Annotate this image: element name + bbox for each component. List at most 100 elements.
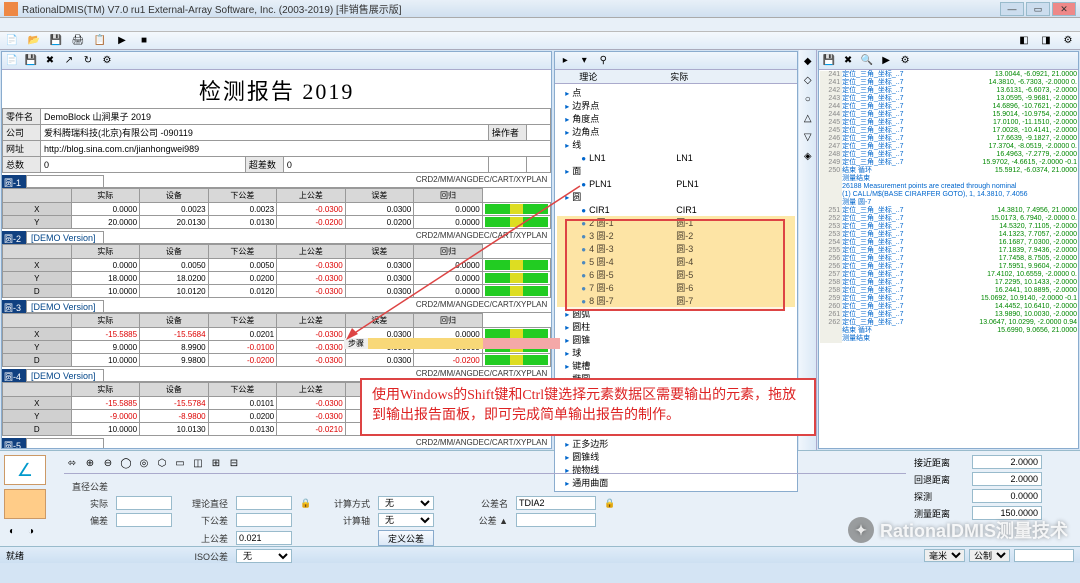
probe-tool-icon[interactable] <box>4 489 46 519</box>
group-id: 圆-1 <box>2 175 26 188</box>
tree-node-icon: ▸ <box>565 89 569 98</box>
define-tol-button[interactable]: 定义公差 <box>378 530 434 546</box>
instruction-callout: 使用Windows的Shift键和Ctrl键选择元素数据区需要输出的元素，拖放到… <box>360 378 816 436</box>
system-select[interactable]: 公制 <box>969 549 1010 562</box>
bt-8-icon[interactable]: ◫ <box>190 455 206 471</box>
dmis-log[interactable]: 241定位_三角_坐标_..713.0044, -6.0921, 21.0000… <box>819 70 1078 448</box>
log-save-icon[interactable]: 💾 <box>821 53 837 69</box>
diam-tol-label: 直径公差 <box>64 480 108 493</box>
close-button[interactable]: ✕ <box>1052 2 1076 16</box>
bt-1-icon[interactable]: ⬄ <box>64 455 80 471</box>
bt-5-icon[interactable]: ◎ <box>136 455 152 471</box>
vtool-3-icon[interactable]: ○ <box>800 91 816 107</box>
tool-open-icon[interactable]: 📂 <box>26 33 42 49</box>
uptol-input[interactable] <box>236 531 292 545</box>
tree-row[interactable]: ▸正多边形 <box>557 437 795 450</box>
tree-expand-icon[interactable]: ▸ <box>557 53 573 69</box>
bottom-left-tools: ∠ ◐ ◑ <box>0 451 60 546</box>
log-cfg-icon[interactable]: ⚙ <box>897 53 913 69</box>
tree-filter-icon[interactable]: ⚲ <box>595 53 611 69</box>
group-id: 圆-3 <box>2 300 26 313</box>
vtool-5-icon[interactable]: ▽ <box>800 129 816 145</box>
bt-6-icon[interactable]: ⬡ <box>154 455 170 471</box>
log-line: 247定位_三角_坐标_..717.3704, -8.0519, -2.0000… <box>820 143 1077 151</box>
unit-select[interactable]: 毫米 <box>924 549 965 562</box>
nom-diam-input[interactable] <box>236 496 292 510</box>
log-run-icon[interactable]: ▶ <box>878 53 894 69</box>
log-clear-icon[interactable]: ✖ <box>840 53 856 69</box>
mini-1-icon[interactable]: ◐ <box>4 523 20 539</box>
bt-2-icon[interactable]: ⊕ <box>82 455 98 471</box>
tree-row[interactable]: ▸圆锥线 <box>557 450 795 463</box>
calc-axis-select[interactable]: 无 <box>378 513 434 527</box>
probe-input[interactable] <box>972 489 1042 503</box>
tool-settings-icon[interactable]: ⚙ <box>1060 33 1076 49</box>
iso-tol-select[interactable]: 无 <box>236 549 292 563</box>
lock2-icon[interactable]: 🔒 <box>604 498 618 509</box>
tree-row[interactable]: ▸通用曲面 <box>557 476 795 489</box>
log-line: 256定位_三角_坐标_..717.5951, 9.9604, -2.0000 <box>820 263 1077 271</box>
tool-new-icon[interactable]: 📄 <box>4 33 20 49</box>
minimize-button[interactable]: — <box>1000 2 1024 16</box>
tree-collapse-icon[interactable]: ▾ <box>576 53 592 69</box>
tol-tri-label: 公差 ▲ <box>464 514 508 527</box>
dev-input[interactable] <box>116 513 172 527</box>
log-line: 测量结束 <box>820 175 1077 183</box>
rpt-refresh-icon[interactable]: ↻ <box>80 53 96 69</box>
dev-label: 偏差 <box>64 514 108 527</box>
tool-stop-icon[interactable]: ■ <box>136 33 152 49</box>
retract-input[interactable] <box>972 472 1042 486</box>
tree-row[interactable]: ▸角度点 <box>557 112 795 125</box>
tree-row[interactable]: ▸边角点 <box>557 125 795 138</box>
tree-row[interactable]: ▸点 <box>557 86 795 99</box>
log-line: 261定位_三角_坐标_..713.9890, 10.0030, -2.0000 <box>820 311 1077 319</box>
tree-node-icon: ▸ <box>565 466 569 475</box>
tree-row[interactable]: ▸线 <box>557 138 795 151</box>
log-line: 249定位_三角_坐标_..715.9702, -4.6615, -2.0000… <box>820 159 1077 167</box>
bt-10-icon[interactable]: ⊟ <box>226 455 242 471</box>
bt-7-icon[interactable]: ▭ <box>172 455 188 471</box>
vtool-4-icon[interactable]: △ <box>800 110 816 126</box>
rpt-save-icon[interactable]: 💾 <box>23 53 39 69</box>
log-find-icon[interactable]: 🔍 <box>859 53 875 69</box>
actual-input[interactable] <box>116 496 172 510</box>
approach-input[interactable] <box>972 455 1042 469</box>
rpt-cfg-icon[interactable]: ⚙ <box>99 53 115 69</box>
calc-method-select[interactable]: 无 <box>378 496 434 510</box>
vtool-6-icon[interactable]: ◈ <box>800 148 816 164</box>
log-line: 250 结束 循环15.5912, -6.0374, 21.0000 <box>820 167 1077 175</box>
bt-4-icon[interactable]: ◯ <box>118 455 134 471</box>
log-line: 245定位_三角_坐标_..717.0100, -11.1510, -2.000… <box>820 119 1077 127</box>
rpt-del-icon[interactable]: ✖ <box>42 53 58 69</box>
angle-tool-icon[interactable]: ∠ <box>4 455 46 485</box>
vtool-1-icon[interactable]: ◆ <box>800 53 816 69</box>
log-line: 241定位_三角_坐标_..713.0044, -6.0921, 21.0000 <box>820 71 1077 79</box>
vtool-2-icon[interactable]: ◇ <box>800 72 816 88</box>
maximize-button[interactable]: ▭ <box>1026 2 1050 16</box>
tree-row[interactable]: ▸边界点 <box>557 99 795 112</box>
tool-print-icon[interactable]: 🖨 <box>70 33 86 49</box>
tolerance-form: 直径公差 实际 理论直径🔒 计算方式无 公差名🔒 偏差 下公差 计算轴无 公差 … <box>64 480 906 563</box>
tool-view1-icon[interactable]: ◧ <box>1016 33 1032 49</box>
tol-tri-input[interactable] <box>516 513 596 527</box>
tool-copy-icon[interactable]: 📋 <box>92 33 108 49</box>
rpt-new-icon[interactable]: 📄 <box>4 53 20 69</box>
tol-name-input[interactable] <box>516 496 596 510</box>
log-line: 结束 循环15.6990, 9.0656, 21.0000 <box>820 327 1077 335</box>
tool-run-icon[interactable]: ▶ <box>114 33 130 49</box>
group-version: [DEMO Version] <box>26 369 104 382</box>
tree-row[interactable]: ●LN1LN1 <box>557 151 795 164</box>
log-toolbar: 💾 ✖ 🔍 ▶ ⚙ <box>819 52 1078 70</box>
rpt-export-icon[interactable]: ↗ <box>61 53 77 69</box>
mini-2-icon[interactable]: ◑ <box>23 523 39 539</box>
lotol-input[interactable] <box>236 513 292 527</box>
tool-view2-icon[interactable]: ◨ <box>1038 33 1054 49</box>
log-line: 244定位_三角_坐标_..715.9014, -10.9754, -2.000… <box>820 111 1077 119</box>
lock1-icon[interactable]: 🔒 <box>300 498 314 509</box>
tree-row[interactable]: ▸抛物线 <box>557 463 795 476</box>
log-line: 258定位_三角_坐标_..716.2441, 10.8895, -2.0000 <box>820 287 1077 295</box>
bt-3-icon[interactable]: ⊖ <box>100 455 116 471</box>
bt-9-icon[interactable]: ⊞ <box>208 455 224 471</box>
tool-save-icon[interactable]: 💾 <box>48 33 64 49</box>
group-version <box>26 438 104 448</box>
